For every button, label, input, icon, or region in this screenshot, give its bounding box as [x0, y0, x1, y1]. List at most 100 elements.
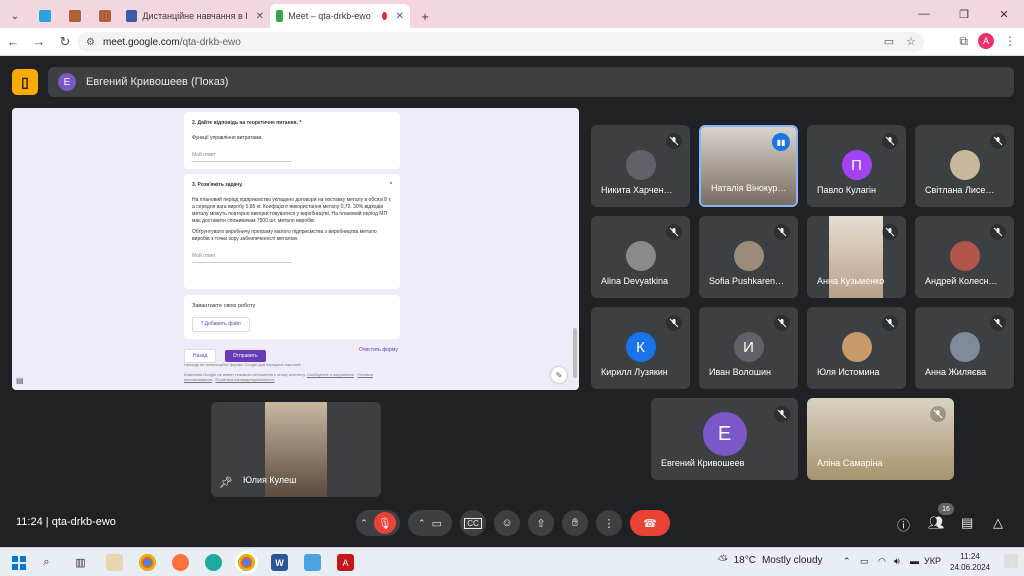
participant-tile[interactable]: Никита Харчен…: [591, 125, 690, 207]
url-bar[interactable]: ⚙ meet.google.com/qta-drkb-ewo ▭ ☆: [78, 32, 924, 52]
forward-icon[interactable]: →: [26, 34, 52, 49]
more-vert-icon: ⋮: [603, 517, 615, 530]
pin-icon[interactable]: 📌︎: [219, 476, 233, 489]
activities-icon[interactable]: △: [993, 515, 1003, 531]
participant-name: Alina Devyatkina: [601, 276, 669, 286]
photos-icon[interactable]: [304, 554, 321, 571]
mic-toggle[interactable]: ⌃ 🎙︎: [356, 510, 400, 536]
tab-distance-learning[interactable]: Дистанційне навчання в ВСП ✕: [120, 4, 270, 28]
participant-tile[interactable]: Sofia Pushkaren…: [699, 216, 798, 298]
mic-off-icon[interactable]: 🎙︎: [373, 512, 396, 534]
weather-widget[interactable]: ⛅︎ 18°C Mostly cloudy: [718, 553, 823, 568]
windows-start-icon[interactable]: [10, 554, 27, 571]
camera-indicator-icon[interactable]: ▭: [884, 35, 894, 48]
tab-pinned-2[interactable]: [60, 4, 90, 28]
acrobat-icon[interactable]: A: [337, 554, 354, 571]
clear-form-link[interactable]: Очистить форму: [359, 347, 398, 353]
chevron-up-icon[interactable]: ⌃: [418, 518, 426, 529]
back-icon[interactable]: ←: [0, 34, 26, 49]
restore-icon[interactable]: ❐: [944, 8, 984, 21]
participant-tile[interactable]: П Павло Кулагін: [807, 125, 906, 207]
tab-pinned-1[interactable]: [30, 4, 60, 28]
raise-hand-button[interactable]: ✋︎: [562, 510, 588, 536]
chrome-active-icon[interactable]: [238, 554, 255, 571]
participant-tile[interactable]: ▮▮ Наталія Вінокур…: [699, 125, 798, 207]
add-file-button[interactable]: ⤒ Добавить файл: [192, 316, 250, 332]
extensions-icon[interactable]: ⧉: [959, 34, 968, 49]
form-question-3: 3. Розв'яжіть задачу. * На плановий періо…: [184, 174, 400, 289]
temperature: 18°C: [733, 555, 756, 566]
minimize-icon[interactable]: —: [904, 8, 944, 20]
participant-tile[interactable]: Андрей Колесн…: [915, 216, 1014, 298]
word-icon[interactable]: W: [271, 554, 288, 571]
mic-off-icon: [666, 224, 682, 240]
edit-icon[interactable]: ✎: [551, 367, 567, 383]
participant-tile[interactable]: И Иван Волошин: [699, 307, 798, 389]
leave-call-button[interactable]: ☎︎: [630, 510, 670, 536]
self-video-tile[interactable]: 📌︎ Юлия Кулеш: [211, 402, 381, 497]
footer-privacy-link[interactable]: Политика конфиденциальности: [215, 377, 274, 382]
firefox-icon[interactable]: [172, 554, 189, 571]
scrollbar[interactable]: [573, 328, 577, 378]
tab-list-button[interactable]: ⌄: [0, 4, 30, 28]
volume-icon[interactable]: 🔊︎: [894, 556, 900, 567]
people-icon[interactable]: 👥︎: [928, 515, 945, 531]
network-icon[interactable]: ▭: [860, 556, 869, 567]
new-tab-button[interactable]: +: [410, 4, 440, 28]
task-view-icon[interactable]: ▥: [72, 554, 89, 571]
taskbar-clock[interactable]: 11:24 24.06.2024: [950, 551, 990, 573]
meet-control-bar: 11:24 | qta-drkb-ewo ⌃ 🎙︎ ⌃ ▭ CC ☺ ⇧ ✋︎ …: [0, 500, 1024, 546]
edge-icon[interactable]: [205, 554, 222, 571]
mic-off-icon: [882, 133, 898, 149]
wifi-icon[interactable]: ◠: [878, 556, 886, 567]
notification-icon[interactable]: 1: [1004, 554, 1018, 568]
camera-toggle[interactable]: ⌃ ▭: [408, 510, 452, 536]
reload-icon[interactable]: ↻: [52, 34, 78, 50]
feedback-icon[interactable]: ▤: [16, 376, 24, 385]
close-icon[interactable]: ✕: [256, 11, 264, 22]
tab-pinned-3[interactable]: [90, 4, 120, 28]
more-options-button[interactable]: ⋮: [596, 510, 622, 536]
footer-report-link[interactable]: Сообщение о нарушении: [307, 372, 354, 377]
camera-icon[interactable]: ▭: [432, 517, 442, 530]
required-asterisk: *: [390, 182, 392, 188]
captions-button[interactable]: CC: [460, 510, 486, 536]
present-button[interactable]: ⇧: [528, 510, 554, 536]
chevron-up-icon[interactable]: ⌃: [360, 518, 368, 529]
site-info-icon[interactable]: ⚙: [86, 37, 95, 48]
profile-avatar[interactable]: A: [978, 33, 994, 49]
close-icon[interactable]: ✕: [396, 11, 404, 22]
presenter-label: Евгений Кривошеев (Показ): [86, 76, 229, 88]
participant-tile[interactable]: Анна Кузьменко: [807, 216, 906, 298]
submit-button[interactable]: Отправить: [224, 350, 266, 362]
reactions-button[interactable]: ☺: [494, 510, 520, 536]
mic-off-icon: [930, 406, 946, 422]
participant-tile[interactable]: Анна Жиляєва: [915, 307, 1014, 389]
answer-field[interactable]: Мой ответ: [192, 152, 292, 162]
participant-tile[interactable]: Аліна Самаріна: [807, 398, 954, 480]
participant-tile[interactable]: Світлана Лисе…: [915, 125, 1014, 207]
taskbar-date: 24.06.2024: [950, 563, 991, 573]
close-window-icon[interactable]: ✕: [984, 8, 1024, 21]
chrome-icon[interactable]: [139, 554, 156, 571]
chevron-up-icon[interactable]: ⌃: [843, 556, 851, 567]
file-explorer-icon[interactable]: [106, 554, 123, 571]
participant-tile[interactable]: Юля Истомина: [807, 307, 906, 389]
back-button[interactable]: Назад: [184, 349, 217, 363]
meeting-code: qta-drkb-ewo: [51, 516, 116, 528]
tab-meet[interactable]: Meet – qta-drkb-ewo ✕: [270, 4, 410, 28]
answer-field[interactable]: Мой ответ: [192, 253, 292, 263]
menu-icon[interactable]: ⋮: [1004, 34, 1016, 48]
participant-name: Андрей Колесн…: [925, 276, 998, 286]
chat-icon[interactable]: ▤: [961, 515, 973, 531]
language-indicator[interactable]: УКР: [924, 556, 941, 566]
question-title: 3. Розв'яжіть задачу. *: [192, 182, 392, 189]
info-icon[interactable]: ⓘ: [897, 515, 910, 534]
participant-tile[interactable]: К Кирилл Лузякин: [591, 307, 690, 389]
hang-up-icon: ☎︎: [643, 517, 657, 530]
participant-tile[interactable]: Alina Devyatkina: [591, 216, 690, 298]
participant-tile[interactable]: Е Евгений Кривошеев: [651, 398, 798, 480]
bookmark-star-icon[interactable]: ☆: [906, 35, 916, 48]
battery-icon[interactable]: ▬: [910, 556, 919, 566]
search-icon[interactable]: ⌕: [38, 554, 55, 571]
